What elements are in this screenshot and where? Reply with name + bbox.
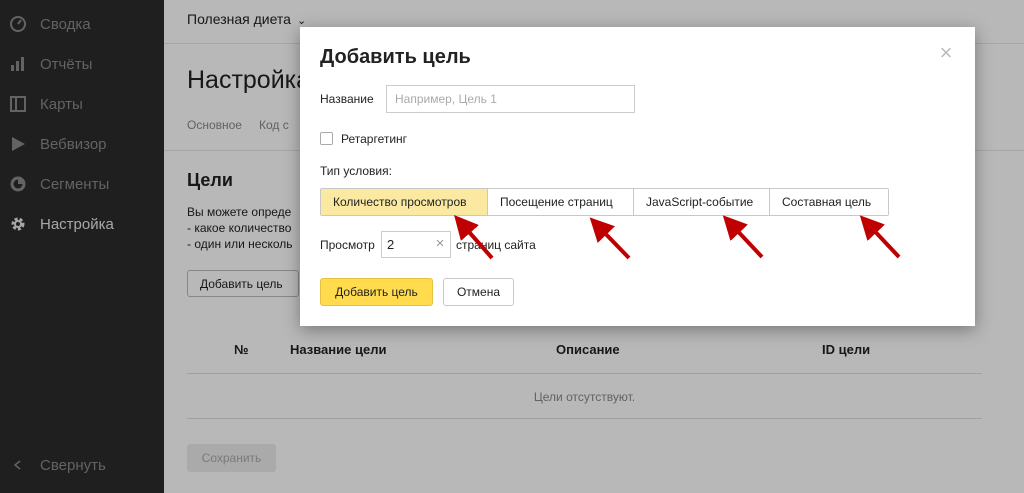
condition-pages-button[interactable]: Посещение страниц (488, 189, 634, 215)
cancel-button[interactable]: Отмена (443, 278, 514, 306)
close-icon[interactable]: × (936, 42, 956, 64)
name-label: Название (320, 92, 374, 106)
submit-goal-button[interactable]: Добавить цель (320, 278, 433, 306)
retargeting-label[interactable]: Ретаргетинг (341, 132, 407, 146)
views-input-wrapper: × (381, 231, 451, 258)
condition-js-event-button[interactable]: JavaScript-событие (634, 189, 770, 215)
clear-icon[interactable]: × (432, 235, 448, 253)
views-count-input[interactable] (382, 232, 432, 257)
goal-name-input[interactable] (386, 85, 635, 113)
condition-views-button[interactable]: Количество просмотров (321, 189, 488, 215)
condition-type-selector: Количество просмотров Посещение страниц … (320, 188, 889, 216)
add-goal-dialog: Добавить цель × Название Ретаргетинг Тип… (300, 27, 975, 326)
dialog-title: Добавить цель (320, 46, 471, 68)
views-suffix: страниц сайта (456, 238, 536, 252)
views-label: Просмотр (320, 238, 375, 252)
condition-composite-button[interactable]: Составная цель (770, 189, 888, 215)
retargeting-checkbox[interactable] (320, 132, 333, 145)
condition-type-label: Тип условия: (320, 164, 392, 178)
